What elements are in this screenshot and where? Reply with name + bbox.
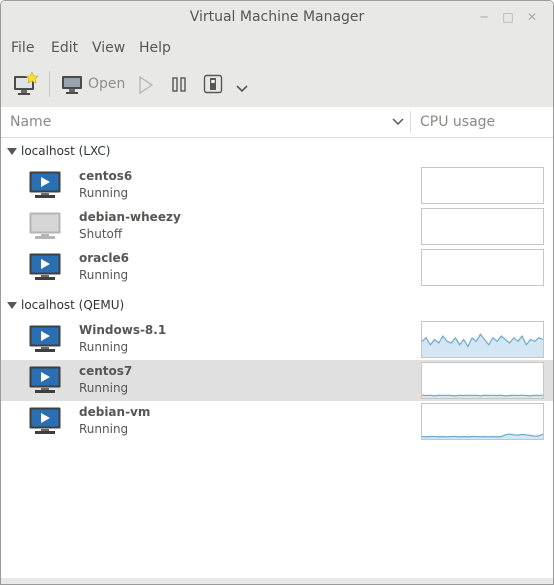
vm-running-icon [29,171,61,198]
vm-row[interactable]: oracle6 Running [1,247,553,288]
column-header: Name CPU usage [1,107,553,138]
vm-name: centos6 [79,169,133,183]
new-vm-icon [14,71,39,95]
cpu-usage-graph [421,403,544,440]
vm-status: Running [79,340,129,354]
power-icon [203,74,223,94]
vm-name: Windows-8.1 [79,323,167,337]
vm-running-icon [29,325,61,352]
cpu-usage-graph [421,167,544,204]
close-icon[interactable]: ✕ [525,10,539,24]
cpu-usage-graph [421,249,544,286]
window-title: Virtual Machine Manager [189,9,365,25]
cpu-usage-graph [421,208,544,245]
vm-manager-window: Virtual Machine Manager ─ □ ✕ File Edit … [0,0,554,585]
menu-help[interactable]: Help [139,40,171,56]
vm-row[interactable]: Windows-8.1 Running [1,319,553,360]
toolbar-separator [49,71,50,97]
vm-status: Running [79,186,129,200]
chevron-down-icon [236,85,248,93]
column-name[interactable]: Name [10,114,51,130]
title-bar[interactable]: Virtual Machine Manager ─ □ ✕ [1,1,553,35]
open-label[interactable]: Open [88,76,125,92]
vm-name: debian-wheezy [79,210,181,224]
menu-bar: File Edit View Help [1,35,553,61]
vm-status: Running [79,268,129,282]
vm-running-icon [29,407,61,434]
pause-icon [172,77,186,92]
minimize-icon[interactable]: ─ [477,10,491,24]
column-separator [410,111,411,133]
vm-status: Shutoff [79,227,123,241]
new-vm-button[interactable] [13,71,39,100]
group-label: localhost (LXC) [21,144,111,158]
monitor-icon [62,76,82,94]
vm-row[interactable]: debian-vm Running [1,401,553,442]
menu-file[interactable]: File [11,40,34,56]
vm-status: Running [79,381,129,395]
status-strip [1,578,553,584]
cpu-sparkline [422,394,543,398]
vm-running-icon [29,366,61,393]
expander-icon[interactable] [7,302,17,309]
cpu-usage-graph [421,321,544,358]
group-label: localhost (QEMU) [21,298,125,312]
vm-row[interactable]: centos6 Running [1,165,553,206]
cpu-sparkline [422,333,543,357]
shutdown-button[interactable] [203,74,223,98]
vm-row[interactable]: debian-wheezy Shutoff [1,206,553,247]
shutdown-dropdown[interactable] [235,79,249,98]
vm-name: debian-vm [79,405,151,419]
group-row-lxc[interactable]: localhost (LXC) [1,139,553,165]
group-row-qemu[interactable]: localhost (QEMU) [1,293,553,319]
menu-edit[interactable]: Edit [51,40,78,56]
play-icon [139,75,154,95]
column-cpu[interactable]: CPU usage [420,114,495,130]
expander-icon[interactable] [7,148,17,155]
cpu-usage-graph [421,362,544,399]
vm-status: Running [79,422,129,436]
pause-button[interactable] [171,76,187,98]
sort-chevron-icon[interactable] [392,118,404,126]
vm-shutoff-icon [29,212,61,239]
open-button[interactable] [61,75,85,99]
vm-row[interactable]: centos7 Running [1,360,553,401]
vm-running-icon [29,253,61,280]
menu-view[interactable]: View [92,40,125,56]
run-button[interactable] [138,75,154,98]
maximize-icon[interactable]: □ [501,10,515,24]
vm-name: oracle6 [79,251,129,265]
toolbar: Open [1,61,553,108]
cpu-line [422,394,543,397]
vm-name: centos7 [79,364,133,378]
cpu-sparkline [422,433,543,439]
